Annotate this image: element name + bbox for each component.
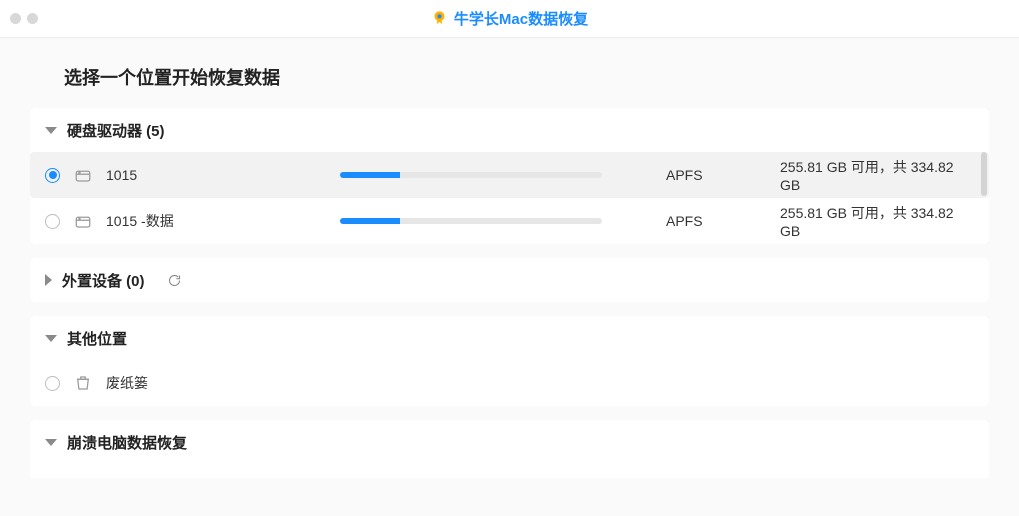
location-name: 废纸篓 xyxy=(106,373,148,393)
chevron-right-icon xyxy=(45,274,52,286)
section-label: 外置设备 (0) xyxy=(62,270,145,291)
section-hdd: 硬盘驱动器 (5) 1015 APFS 255.81 GB 可用，共 334.8… xyxy=(30,108,989,244)
section-other: 其他位置 废纸篓 xyxy=(30,316,989,406)
drive-name: 1015 -数据 xyxy=(106,211,326,231)
section-label: 其他位置 xyxy=(67,328,127,349)
scrollbar-thumb[interactable] xyxy=(981,152,987,196)
section-header-external[interactable]: 外置设备 (0) xyxy=(30,258,989,302)
app-logo-icon xyxy=(431,10,448,27)
section-header-other[interactable]: 其他位置 xyxy=(30,316,989,360)
chevron-down-icon xyxy=(45,439,57,446)
drive-name: 1015 xyxy=(106,167,326,183)
location-row[interactable]: 从崩溃电脑中恢复丢失数据 xyxy=(30,464,989,478)
section-header-crash[interactable]: 崩溃电脑数据恢复 xyxy=(30,420,989,464)
usage-bar xyxy=(340,218,602,224)
drive-icon xyxy=(74,166,92,184)
chevron-down-icon xyxy=(45,127,57,134)
app-title-text: 牛学长Mac数据恢复 xyxy=(454,8,588,29)
radio-button[interactable] xyxy=(45,214,60,229)
section-label: 硬盘驱动器 (5) xyxy=(67,120,165,141)
filesystem-label: APFS xyxy=(666,213,766,229)
filesystem-label: APFS xyxy=(666,167,766,183)
titlebar: 牛学长Mac数据恢复 xyxy=(0,0,1019,38)
radio-button[interactable] xyxy=(45,168,60,183)
refresh-icon[interactable] xyxy=(167,273,182,288)
section-label: 崩溃电脑数据恢复 xyxy=(67,432,187,453)
drive-row[interactable]: 1015 -数据 APFS 255.81 GB 可用，共 334.82 GB xyxy=(30,198,989,244)
radio-button[interactable] xyxy=(45,376,60,391)
location-row[interactable]: 废纸篓 xyxy=(30,360,989,406)
section-header-hdd[interactable]: 硬盘驱动器 (5) xyxy=(30,108,989,152)
page-title: 选择一个位置开始恢复数据 xyxy=(64,64,989,90)
usage-bar xyxy=(340,172,602,178)
usage-text: 255.81 GB 可用，共 334.82 GB xyxy=(780,203,974,239)
drive-icon xyxy=(74,212,92,230)
chevron-down-icon xyxy=(45,335,57,342)
trash-icon xyxy=(74,374,92,392)
drive-row[interactable]: 1015 APFS 255.81 GB 可用，共 334.82 GB xyxy=(30,152,989,198)
usage-text: 255.81 GB 可用，共 334.82 GB xyxy=(780,157,974,193)
section-external: 外置设备 (0) xyxy=(30,258,989,302)
main-content: 选择一个位置开始恢复数据 硬盘驱动器 (5) 1015 APFS 255.81 … xyxy=(0,38,1019,478)
location-name: 从崩溃电脑中恢复丢失数据 xyxy=(106,477,274,478)
app-title-wrap: 牛学长Mac数据恢复 xyxy=(0,8,1019,29)
section-crash: 崩溃电脑数据恢复 从崩溃电脑中恢复丢失数据 xyxy=(30,420,989,478)
